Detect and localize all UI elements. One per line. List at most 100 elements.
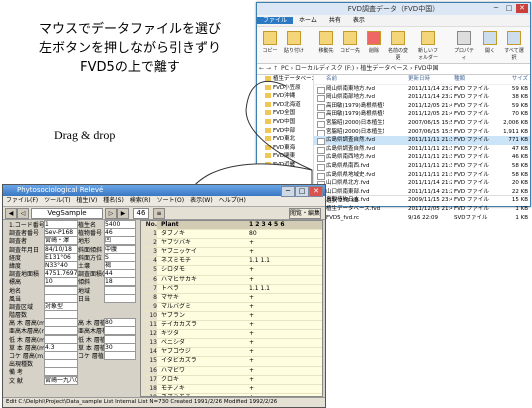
plant-row[interactable]: 6 ハマヒサカキ + bbox=[141, 275, 322, 285]
plant-name: マルバグミ bbox=[161, 302, 192, 310]
file-type: FVD ファイル bbox=[454, 162, 489, 169]
tab-share[interactable]: 共有 bbox=[323, 17, 347, 24]
plant-row[interactable]: 16 ハマビワ + bbox=[141, 366, 322, 376]
maximize-icon[interactable]: □ bbox=[295, 186, 309, 197]
select-all-button[interactable]: すべて選択 bbox=[503, 31, 525, 61]
plant-cover-values: + bbox=[249, 302, 255, 310]
form-row: 備 考 bbox=[6, 367, 138, 377]
column-name[interactable]: 名前 bbox=[326, 75, 384, 84]
menu-item[interactable]: 検索(R) bbox=[127, 197, 154, 204]
menu-item[interactable]: 植生(V) bbox=[74, 197, 101, 204]
tab-home[interactable]: ホーム bbox=[293, 17, 323, 24]
plant-row[interactable]: 3 ヤブニッケイ + bbox=[141, 248, 322, 258]
plant-row[interactable]: 10 ヤブラン + bbox=[141, 311, 322, 322]
plant-row[interactable]: 12 キヅタ + bbox=[141, 330, 322, 340]
plant-row[interactable]: 15 イタビカズラ + bbox=[141, 357, 322, 367]
column-date[interactable]: 更新日時 bbox=[408, 75, 452, 84]
plant-name: タブノキ bbox=[161, 230, 186, 238]
plant-name: トベラ bbox=[161, 284, 180, 292]
file-list-header: 名前 更新日時 種類 サイズ bbox=[314, 75, 530, 85]
plant-number: 13 bbox=[141, 339, 157, 348]
plant-row[interactable]: 1 タブノキ 80 bbox=[141, 230, 322, 240]
file-row[interactable]: 高田敏(1979)島根県植物-中国.fvd 2011/12/05 21:45FVD… bbox=[314, 102, 530, 111]
tab-view[interactable]: 表示 bbox=[347, 17, 371, 24]
menu-item[interactable]: 表示(W) bbox=[187, 197, 216, 204]
file-row[interactable]: 広島県県地域史.fvd 2011/11/11 21:30FVD ファイル 58 KB bbox=[314, 171, 530, 180]
open-button[interactable]: 開く bbox=[479, 31, 501, 54]
drag-drop-label: Drag & drop bbox=[54, 128, 116, 142]
file-size: 46 KB bbox=[511, 154, 528, 161]
plant-name: マサキ bbox=[161, 293, 180, 301]
plant-row[interactable]: 18 モチノキ + bbox=[141, 384, 322, 394]
column-size[interactable]: サイズ bbox=[492, 75, 528, 84]
file-type: FVD ファイル bbox=[454, 145, 489, 152]
tab-file[interactable]: ファイル bbox=[257, 17, 294, 24]
plant-cover-values: + bbox=[249, 239, 255, 247]
file-row[interactable]: 宮脇昭(2000)日本植生誌-中国.fvd 2007/06/15 15:53FVD… bbox=[314, 119, 530, 128]
app-menu-bar: ファイル(F) ツール(T) 植生(V) 種名(S) 検索(R) ソート(O) 表示(W) ヘ… bbox=[3, 196, 325, 207]
record-name-field[interactable]: VegSample bbox=[31, 208, 103, 219]
plant-row[interactable]: 14 ヤブコウジ + bbox=[141, 348, 322, 358]
prev-record-icon[interactable]: ◁ bbox=[17, 208, 29, 219]
file-date: 2011/12/05 21:45 bbox=[408, 102, 452, 109]
plant-row[interactable]: 11 テイカカズラ + bbox=[141, 321, 322, 331]
copy-to-button[interactable]: コピー先 bbox=[339, 31, 361, 54]
move-to-button[interactable]: 移動先 bbox=[315, 31, 337, 54]
properties-button[interactable]: プロパティ bbox=[453, 31, 475, 61]
file-row[interactable]: 広島県県南西.fvd 2011/11/11 21:30FVD ファイル 58 KB bbox=[314, 162, 530, 171]
plant-row[interactable]: 2 ヤブツバキ + bbox=[141, 239, 322, 249]
plant-row[interactable]: 4 ネズミモチ 1.1 1.1 bbox=[141, 257, 322, 267]
plant-row[interactable]: 13 ベニシダ + bbox=[141, 339, 322, 349]
list-icon[interactable]: ≡ bbox=[153, 208, 165, 219]
file-row[interactable]: 植生データベース.fvd 2011/12/05 21:44FVD ファイル 1 KB bbox=[314, 205, 530, 214]
file-row[interactable]: 広島県南西地方.fvd 2011/11/11 21:36FVD ファイル 46 KB bbox=[314, 153, 530, 163]
file-row[interactable]: 広島県調査自然.fvd 2011/11/11 21:30FVD ファイル 47 KB bbox=[314, 145, 530, 154]
minimize-icon[interactable]: ─ bbox=[490, 4, 502, 13]
file-name: 広島県調査自然.fvd bbox=[326, 137, 375, 144]
menu-item[interactable]: ソート(O) bbox=[154, 197, 187, 204]
file-date: 2011/11/11 21:36 bbox=[408, 154, 452, 161]
menu-item[interactable]: ツール(T) bbox=[41, 197, 73, 204]
delete-button[interactable]: 削除 bbox=[363, 31, 385, 54]
browse-edit-button[interactable]: 閲覧・編集 bbox=[289, 208, 321, 219]
plant-row[interactable]: 9 マルバグミ + bbox=[141, 302, 322, 312]
rename-icon bbox=[391, 31, 405, 45]
file-size: 70 KB bbox=[511, 111, 528, 118]
field-input[interactable]: 宮崎一九八〇 bbox=[44, 375, 78, 385]
file-size: 47 KB bbox=[511, 145, 528, 152]
minimize-icon[interactable]: ─ bbox=[281, 186, 295, 197]
paste-button[interactable]: 貼り付け bbox=[283, 31, 305, 54]
menu-item[interactable]: ファイル(F) bbox=[3, 197, 41, 204]
copy-button[interactable]: コピー bbox=[259, 31, 281, 54]
file-row[interactable]: 高田敏(1979)島根県植物-中国.fvd 2011/12/05 21:45FVD… bbox=[314, 110, 530, 120]
file-row[interactable]: 岡山県南東地方.fvd 2011/11/14 23:24FVD ファイル 59 KB bbox=[314, 85, 530, 94]
column-type[interactable]: 種類 bbox=[454, 75, 490, 84]
file-row[interactable]: 宮脇昭(2000)日本植生誌-中国.fvd 2007/06/15 15:52FVD… bbox=[314, 128, 530, 137]
maximize-icon[interactable]: □ bbox=[503, 4, 515, 13]
file-row[interactable]: 広島県調査自然.fvd 2011/11/11 21:30FVD ファイル 771 K… bbox=[314, 136, 530, 146]
plant-row[interactable]: 8 マサキ + bbox=[141, 293, 322, 303]
menu-item[interactable]: ヘルプ(H) bbox=[216, 197, 249, 204]
file-name: 広島県県南西.fvd bbox=[326, 162, 370, 169]
file-row[interactable]: 岡山県南部地方.fvd 2011/11/14 23:24FVD ファイル 38 KB bbox=[314, 93, 530, 103]
file-row[interactable]: FVD5_fvd.rc 9/16 22:09 SVDファイル 1 KB bbox=[314, 214, 530, 223]
plant-table-header: No. Plant 1 2 3 4 5 6 bbox=[141, 221, 322, 231]
record-number-field[interactable]: 46 bbox=[133, 208, 149, 219]
last-record-icon[interactable]: ▶ bbox=[117, 208, 129, 219]
first-record-icon[interactable]: ◀ bbox=[5, 208, 17, 219]
menu-item[interactable]: 種名(S) bbox=[100, 197, 127, 204]
plant-row[interactable]: 17 クロキ + bbox=[141, 375, 322, 385]
close-icon[interactable]: ✕ bbox=[309, 186, 323, 197]
plant-row[interactable]: 7 トベラ 1.1 1.1 bbox=[141, 284, 322, 294]
plant-number: 9 bbox=[141, 302, 157, 311]
file-row[interactable]: 山口県県北方.fvd 2011/11/14 21:24FVD ファイル 20 KB bbox=[314, 179, 530, 189]
plant-number: 10 bbox=[141, 311, 157, 321]
rename-button[interactable]: 名前の変更 bbox=[387, 31, 409, 61]
new-folder-button[interactable]: 新しいフォルダー bbox=[417, 31, 439, 61]
next-record-icon[interactable]: ▷ bbox=[105, 208, 117, 219]
close-icon[interactable]: ✕ bbox=[516, 4, 528, 13]
new-folder-icon bbox=[421, 31, 435, 45]
plant-row[interactable]: 5 シロダモ + bbox=[141, 266, 322, 276]
plant-cover-values: 80 bbox=[249, 230, 257, 238]
form-row: 経度 E131°06 斜面方位 S bbox=[6, 252, 138, 262]
